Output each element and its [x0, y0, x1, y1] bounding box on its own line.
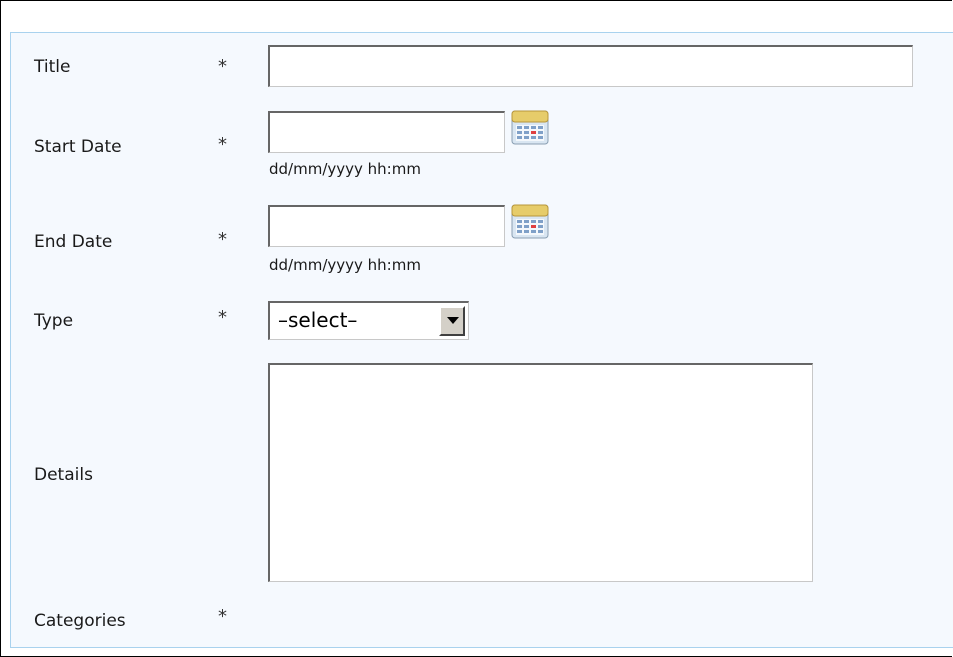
end-date-format-hint: dd/mm/yyyy hh:mm	[269, 256, 421, 274]
start-date-format-hint: dd/mm/yyyy hh:mm	[269, 160, 421, 178]
type-dropdown-button[interactable]	[439, 306, 465, 336]
type-select[interactable]: –select–	[268, 301, 469, 340]
type-required-marker: *	[218, 307, 227, 328]
details-textarea[interactable]	[268, 363, 813, 582]
title-label: Title	[34, 57, 71, 77]
categories-required-marker: *	[218, 606, 227, 627]
end-date-input[interactable]	[268, 205, 505, 247]
end-date-label: End Date	[34, 232, 113, 252]
type-label: Type	[34, 311, 74, 331]
chevron-down-icon	[447, 317, 459, 324]
type-select-value: –select–	[278, 308, 358, 332]
start-date-required-marker: *	[218, 134, 227, 155]
title-required-marker: *	[218, 56, 227, 77]
details-label: Details	[34, 465, 93, 485]
start-date-input[interactable]	[268, 111, 505, 153]
start-date-calendar-icon[interactable]	[511, 109, 549, 145]
categories-label: Categories	[34, 611, 126, 631]
start-date-label: Start Date	[34, 137, 122, 157]
end-date-calendar-icon[interactable]	[511, 203, 549, 239]
end-date-required-marker: *	[218, 229, 227, 250]
title-input[interactable]	[268, 45, 913, 87]
